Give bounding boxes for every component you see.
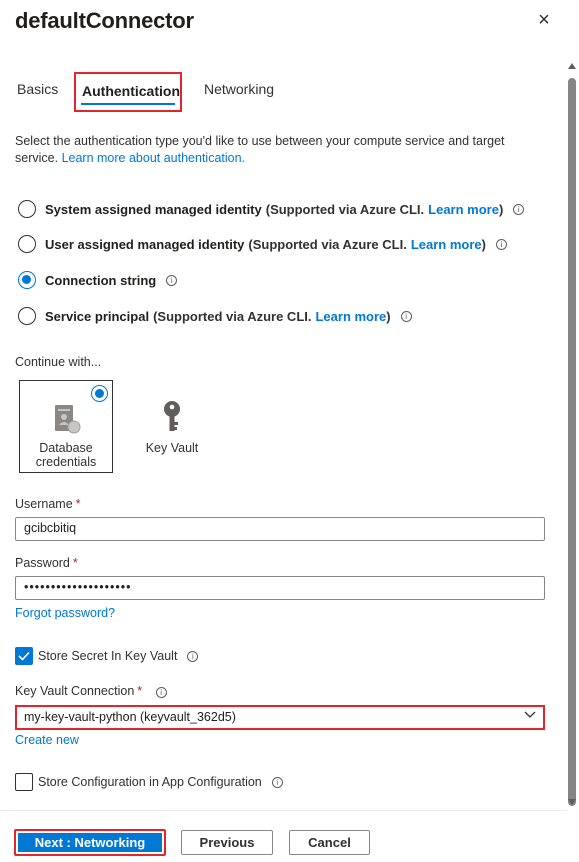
database-credentials-card[interactable]: Database credentials [19,380,113,473]
footer-divider [0,810,567,811]
username-input[interactable]: gcibcbitiq [15,517,545,541]
info-icon[interactable]: i [155,687,167,698]
info-icon[interactable]: i [495,238,507,250]
forgot-password-link[interactable]: Forgot password? [15,606,115,620]
required-marker: * [75,497,81,511]
password-input[interactable]: •••••••••••••••••••• [15,576,545,600]
key-vault-icon [164,401,180,431]
support-note: (Supported via Azure CLI. [248,236,407,252]
info-icon[interactable]: i [271,776,283,788]
learn-more-link[interactable]: Learn more [411,237,482,252]
panel-title: defaultConnector [15,8,194,33]
support-note-close: ) [386,308,391,324]
store-secret-label: Store Secret In Key Vault [38,649,178,663]
cancel-button[interactable]: Cancel [289,830,370,855]
close-icon[interactable]: × [534,10,554,30]
active-tab-indicator [81,103,175,105]
radio-service-principal[interactable]: Service principal (Supported via Azure C… [18,307,412,325]
card-radio-selected [91,385,108,402]
chevron-down-icon [524,711,536,718]
radio-user-assigned[interactable]: User assigned managed identity (Supporte… [18,235,507,253]
store-secret-checkbox-row[interactable]: Store Secret In Key Vault i [15,647,199,665]
key-vault-card[interactable]: Key Vault [140,400,204,455]
radio-button[interactable] [18,200,36,218]
tab-authentication-label: Authentication [82,83,180,99]
radio-system-assigned[interactable]: System assigned managed identity (Suppor… [18,200,525,218]
learn-more-link[interactable]: Learn more [428,202,499,217]
support-note-close: ) [481,236,486,252]
key-vault-connection-dropdown[interactable]: my-key-vault-python (keyvault_362d5) [15,705,545,730]
tab-networking[interactable]: Networking [204,81,274,97]
key-vault-connection-label: Key Vault Connection * i [15,684,167,698]
required-marker: * [72,556,78,570]
scrollbar[interactable] [567,60,577,808]
support-note-close: ) [498,201,504,217]
support-note: (Supported via Azure CLI. [153,308,312,324]
username-label: Username * [15,497,81,511]
store-config-label: Store Configuration in App Configuration [38,775,262,789]
radio-connection-string[interactable]: Connection string i [18,271,178,289]
card-label-line1: Database [39,441,93,455]
radio-label: Connection string [45,272,157,288]
info-icon[interactable]: i [187,650,199,662]
scroll-up-icon[interactable] [568,63,576,69]
create-new-link[interactable]: Create new [15,733,79,747]
radio-button[interactable] [18,235,36,253]
checkmark-icon [18,651,30,661]
scroll-down-icon[interactable] [568,799,576,805]
previous-button[interactable]: Previous [181,830,273,855]
learn-more-link[interactable]: Learn more [315,309,386,324]
tab-basics[interactable]: Basics [17,81,58,97]
required-marker: * [137,684,143,698]
info-icon[interactable]: i [166,274,178,286]
info-icon[interactable]: i [400,310,412,322]
card-label-line2: credentials [35,455,97,469]
learn-more-auth-link[interactable]: Learn more about authentication. [62,151,245,165]
auth-description: Select the authentication type you'd lik… [15,133,545,167]
radio-label: Service principal [45,308,150,324]
scrollbar-thumb[interactable] [568,78,576,806]
store-secret-checkbox[interactable] [15,647,33,665]
store-config-checkbox-row[interactable]: Store Configuration in App Configuration… [15,773,283,791]
radio-button[interactable] [18,307,36,325]
continue-with-label: Continue with... [15,355,102,369]
radio-button-selected[interactable] [18,271,36,289]
dropdown-selected-value: my-key-vault-python (keyvault_362d5) [24,710,236,724]
store-config-checkbox[interactable] [15,773,33,791]
info-icon[interactable]: i [513,203,525,215]
next-networking-label: Next : Networking [18,833,162,852]
database-credentials-icon [55,405,81,434]
card-label: Database credentials [20,441,112,469]
key-vault-connection-label-text: Key Vault Connection [15,684,135,698]
username-label-text: Username [15,497,73,511]
radio-label: User assigned managed identity [45,236,245,252]
password-label: Password * [15,556,78,570]
key-vault-label: Key Vault [145,441,199,455]
support-note: (Supported via Azure CLI. [265,201,425,217]
next-networking-button[interactable]: Next : Networking [14,829,166,856]
password-label-text: Password [15,556,70,570]
radio-label: System assigned managed identity [45,201,262,217]
tab-authentication[interactable]: Authentication [74,72,182,112]
